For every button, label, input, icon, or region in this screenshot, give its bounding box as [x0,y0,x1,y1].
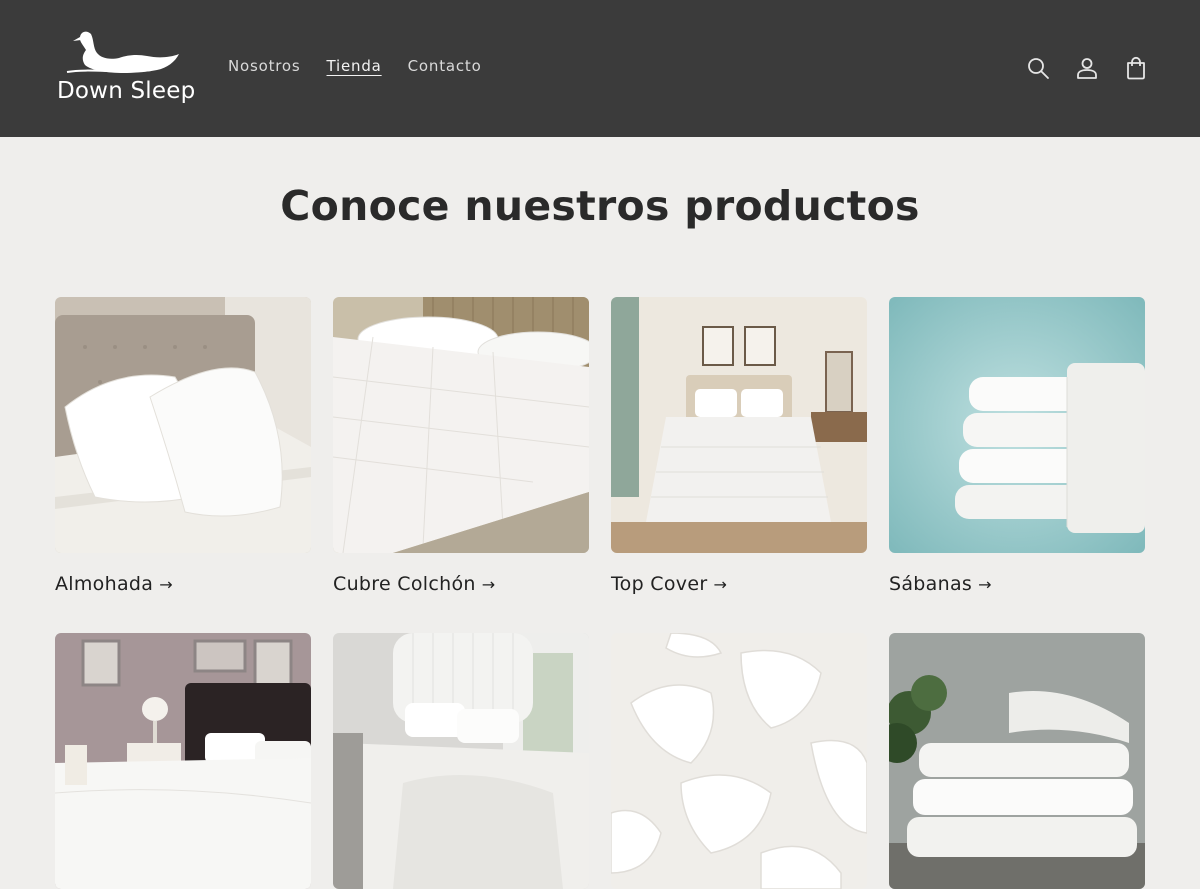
scattered-pillows-image [611,633,867,889]
product-card-5[interactable] [55,633,311,889]
account-button[interactable] [1062,50,1111,86]
site-header: Down Sleep Nosotros Tienda Contacto [0,0,1200,137]
pillows-on-bed-image [55,297,311,553]
account-icon [1076,58,1097,79]
product-card-cubre-colchon[interactable]: Cubre Colchón → [333,297,589,595]
nav-item-tienda[interactable]: Tienda [314,57,395,75]
dark-headboard-bedroom-image [55,633,311,889]
product-card-almohada[interactable]: Almohada → [55,297,311,595]
brand-logo[interactable]: Down Sleep [55,28,195,108]
folded-sheets-image [889,297,1145,553]
product-card-6[interactable] [333,633,589,889]
search-button[interactable] [1013,50,1062,86]
arrow-right-icon: → [159,574,173,594]
bedroom-white-bedding-image [611,297,867,553]
arrow-right-icon: → [481,574,496,594]
product-title: Top Cover [611,573,708,595]
product-card-7[interactable] [611,633,867,889]
product-title: Almohada [55,573,154,595]
cart-button[interactable] [1111,50,1160,86]
white-bed-linen-image [333,633,589,889]
header-actions [1013,50,1160,86]
product-title: Cubre Colchón [333,573,476,595]
section-title: Conoce nuestros productos [280,182,920,230]
brand-name: Down Sleep [57,78,196,104]
arrow-right-icon: → [713,574,728,594]
main-nav: Nosotros Tienda Contacto [215,57,495,75]
search-icon [1027,58,1049,79]
nav-item-nosotros[interactable]: Nosotros [215,57,314,75]
nav-item-contacto[interactable]: Contacto [395,57,495,75]
mattress-topper-image [333,297,589,553]
product-card-8[interactable] [889,633,1145,889]
product-card-top-cover[interactable]: Top Cover → [611,297,867,595]
product-card-sabanas[interactable]: Sábanas → [889,297,1145,595]
product-grid: Almohada → Cubre Colchón → Top Cover → S… [55,297,1145,889]
cart-icon [1126,56,1145,80]
arrow-right-icon: → [978,574,992,594]
stacked-towels-image [889,633,1145,889]
product-title: Sábanas [889,573,973,595]
swan-logo-icon [66,31,179,73]
